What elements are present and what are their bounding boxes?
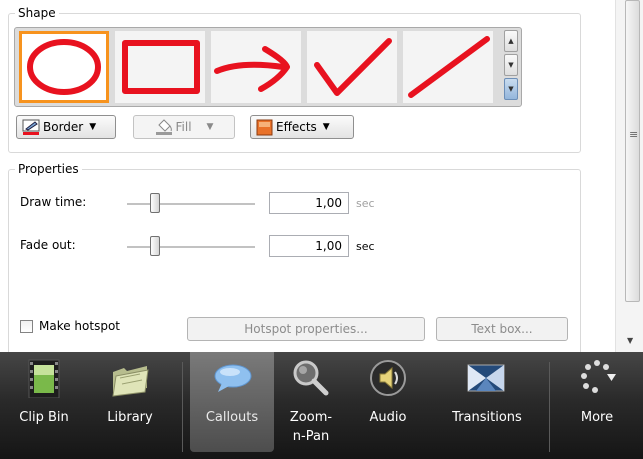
- task-tab-bar: Clip Bin Library Callouts Zoom-n-Pan Aud…: [0, 352, 643, 459]
- film-strip-icon: [24, 358, 64, 398]
- checkmark-shape-icon: [314, 38, 392, 96]
- tab-divider: [549, 362, 550, 452]
- fill-dropdown-icon: ▼: [206, 122, 214, 132]
- tab-clip-bin[interactable]: Clip Bin: [2, 352, 86, 459]
- more-dots-icon: [577, 358, 617, 398]
- expand-gallery-icon: ▼: [508, 85, 514, 93]
- draw-time-label: Draw time:: [20, 195, 87, 209]
- draw-time-input[interactable]: 1,00: [269, 192, 349, 214]
- paint-bucket-icon: [155, 119, 172, 135]
- hotspot-properties-button[interactable]: Hotspot properties...: [187, 317, 425, 341]
- gallery-scroller: ▲ ▼ ▼: [504, 30, 518, 104]
- fade-out-slider-track: [127, 246, 255, 249]
- panel-scroll-thumb[interactable]: ≡: [625, 0, 640, 302]
- draw-time-slider-track: [127, 203, 255, 206]
- tab-zoom-n-pan[interactable]: Zoom-n-Pan: [276, 352, 346, 459]
- make-hotspot-checkbox[interactable]: [20, 320, 33, 333]
- gallery-scroll-down-button[interactable]: ▼: [504, 54, 518, 76]
- magnifier-icon: [290, 358, 330, 398]
- border-label: Border: [43, 120, 84, 134]
- triangle-up-icon: ▲: [508, 37, 514, 45]
- tab-divider: [182, 362, 183, 452]
- rectangle-shape-icon: [122, 40, 200, 94]
- ellipse-shape-icon: [27, 39, 101, 95]
- gallery-more-button[interactable]: ▼: [504, 78, 518, 100]
- callouts-panel: Shape ▲ ▼ ▼ Border ▼ Fill ▼ Effects ▼ Pr…: [0, 0, 615, 371]
- make-hotspot-label[interactable]: Make hotspot: [39, 319, 120, 333]
- tab-zoom-n-pan-label: Zoom-n-Pan: [289, 410, 333, 444]
- fade-out-unit: sec: [356, 240, 375, 253]
- scroll-down-icon[interactable]: ▼: [627, 336, 633, 345]
- effects-icon: [256, 119, 273, 135]
- arrow-shape-icon: [214, 46, 290, 92]
- tab-transitions[interactable]: Transitions: [432, 352, 542, 459]
- shape-ellipse-tile[interactable]: [19, 31, 109, 103]
- speaker-icon: [368, 358, 408, 398]
- tab-more[interactable]: More: [555, 352, 639, 459]
- folder-icon: [110, 358, 150, 398]
- grip-icon: ≡: [629, 128, 639, 141]
- gallery-scroll-up-button[interactable]: ▲: [504, 30, 518, 52]
- effects-dropdown-icon: ▼: [322, 122, 330, 132]
- border-button[interactable]: Border ▼: [16, 115, 116, 139]
- shape-line-tile[interactable]: [403, 31, 493, 103]
- tab-callouts-label: Callouts: [205, 410, 259, 425]
- tab-more-label: More: [580, 410, 614, 425]
- triangle-down-icon: ▼: [508, 61, 514, 69]
- shape-gallery: ▲ ▼ ▼: [14, 27, 522, 107]
- tab-transitions-label: Transitions: [452, 410, 522, 425]
- draw-time-slider[interactable]: [150, 193, 160, 213]
- properties-group-legend: Properties: [15, 162, 82, 176]
- fade-out-slider[interactable]: [150, 236, 160, 256]
- pen-border-icon: [22, 119, 40, 135]
- shape-checkmark-tile[interactable]: [307, 31, 397, 103]
- tab-clip-bin-label: Clip Bin: [19, 410, 69, 425]
- fill-button[interactable]: Fill ▼: [133, 115, 235, 139]
- fade-out-label: Fade out:: [20, 238, 76, 252]
- shape-arrow-tile[interactable]: [211, 31, 301, 103]
- effects-button[interactable]: Effects ▼: [250, 115, 354, 139]
- fade-out-input[interactable]: 1,00: [269, 235, 349, 257]
- speech-bubble-icon: [212, 358, 252, 398]
- shape-group-legend: Shape: [15, 6, 59, 20]
- draw-time-unit: sec: [356, 197, 375, 210]
- effects-label: Effects: [276, 120, 317, 134]
- fill-label: Fill: [175, 120, 192, 134]
- tab-library-label: Library: [107, 410, 153, 425]
- transition-icon: [466, 358, 506, 398]
- border-dropdown-icon: ▼: [89, 122, 97, 132]
- text-box-button[interactable]: Text box...: [436, 317, 568, 341]
- tab-audio[interactable]: Audio: [348, 352, 428, 459]
- tab-callouts[interactable]: Callouts: [190, 352, 274, 452]
- shape-rectangle-tile[interactable]: [115, 31, 205, 103]
- panel-scrollbar[interactable]: ≡ ▼: [615, 0, 643, 352]
- line-shape-icon: [408, 36, 490, 98]
- tab-library[interactable]: Library: [88, 352, 172, 459]
- tab-audio-label: Audio: [369, 410, 407, 425]
